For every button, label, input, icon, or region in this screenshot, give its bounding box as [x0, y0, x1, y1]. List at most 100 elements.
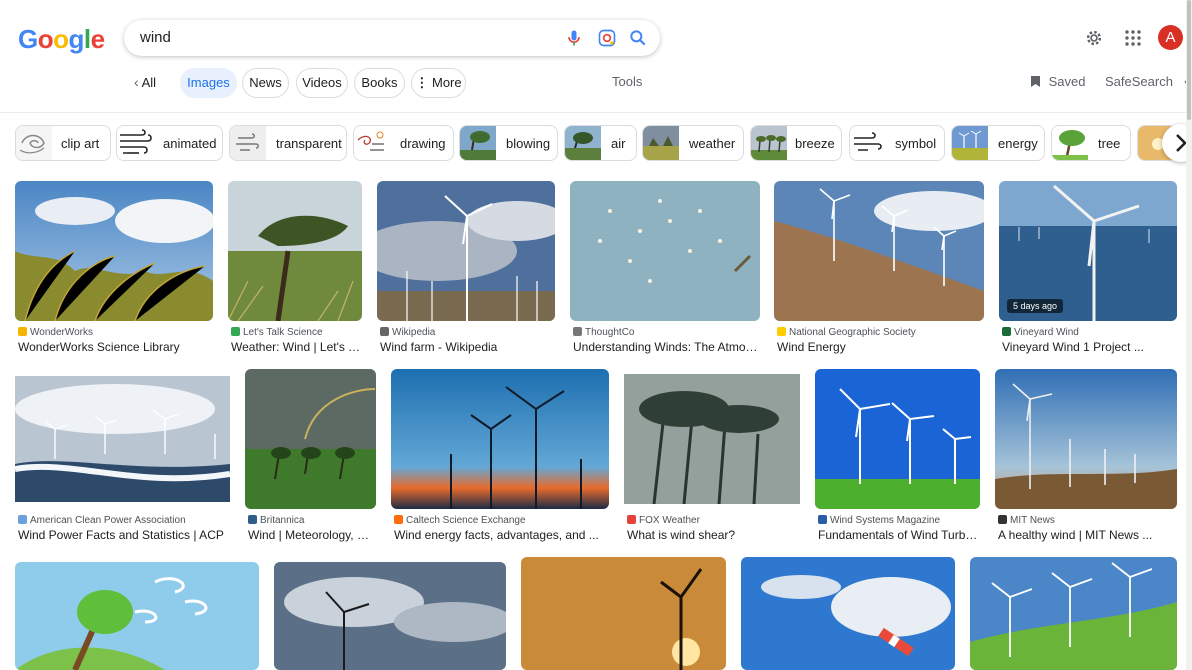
result-source: American Clean Power Association — [18, 515, 186, 526]
chip-thumbnail — [751, 126, 787, 160]
result-image[interactable] — [228, 181, 362, 321]
result-title[interactable]: Wind | Meteorology, Re... — [248, 528, 376, 542]
result-title[interactable]: Fundamentals of Wind Turbin... — [818, 528, 980, 542]
tab-more-label: More — [432, 75, 462, 90]
result-image[interactable] — [15, 369, 230, 509]
chip-thumbnail — [565, 126, 601, 160]
favicon — [18, 327, 27, 336]
chip-transparent[interactable]: transparent — [229, 125, 347, 161]
result-title[interactable]: What is wind shear? — [627, 528, 800, 542]
lens-icon[interactable] — [597, 28, 617, 48]
scrollbar-thumb[interactable] — [1187, 0, 1191, 120]
chip-label: energy — [998, 136, 1038, 151]
page-scrollbar[interactable] — [1186, 0, 1192, 670]
chip-symbol[interactable]: symbol — [849, 125, 945, 161]
result-source: Vineyard Wind — [1002, 327, 1079, 338]
favicon — [998, 515, 1007, 524]
apps-grid-icon[interactable] — [1125, 30, 1141, 46]
result-image[interactable] — [995, 369, 1177, 509]
tab-videos[interactable]: Videos — [296, 68, 348, 98]
chip-label: blowing — [506, 136, 551, 151]
chip-clip-art[interactable]: clip art — [15, 125, 111, 161]
result-title[interactable]: Weather: Wind | Let's Ta... — [231, 340, 362, 354]
favicon — [777, 327, 786, 336]
result-image[interactable] — [624, 369, 800, 509]
result-title[interactable]: A healthy wind | MIT News ... — [998, 528, 1177, 542]
safesearch-label: SafeSearch — [1105, 74, 1173, 89]
result-image[interactable] — [245, 369, 376, 509]
result-image[interactable] — [570, 181, 760, 321]
favicon — [1002, 327, 1011, 336]
result-source: Let's Talk Science — [231, 327, 323, 338]
result-title[interactable]: Wind energy facts, advantages, and ... — [394, 528, 609, 542]
tools-button[interactable]: Tools — [612, 74, 642, 89]
result-title[interactable]: Understanding Winds: The Atmosp... — [573, 340, 760, 354]
tab-more[interactable]: ⋮ More — [411, 68, 466, 98]
result-title[interactable]: Wind Power Facts and Statistics | ACP — [18, 528, 230, 542]
mic-icon[interactable] — [564, 28, 584, 48]
result-title[interactable]: Vineyard Wind 1 Project ... — [1002, 340, 1177, 354]
chip-thumbnail — [643, 126, 679, 160]
search-input[interactable]: wind — [140, 29, 171, 46]
search-tabs: ‹ All Images News Videos Books ⋮ More To… — [0, 68, 1192, 98]
chip-label: tree — [1098, 136, 1121, 151]
result-title[interactable]: Wind Energy — [777, 340, 984, 354]
result-image[interactable] — [15, 562, 259, 670]
favicon — [394, 515, 403, 524]
header-divider — [0, 112, 1192, 113]
result-image[interactable] — [815, 369, 980, 509]
favicon — [627, 515, 636, 524]
result-source: WonderWorks — [18, 327, 93, 338]
chip-label: transparent — [276, 136, 342, 151]
avatar[interactable]: A — [1158, 25, 1183, 50]
chip-thumbnail — [354, 126, 390, 160]
result-image[interactable] — [741, 557, 955, 670]
chip-thumbnail — [850, 126, 886, 160]
chip-animated[interactable]: animated — [116, 125, 223, 161]
chip-air[interactable]: air — [564, 125, 637, 161]
tab-news[interactable]: News — [242, 68, 289, 98]
tab-books[interactable]: Books — [354, 68, 405, 98]
saved-button[interactable]: Saved — [1030, 74, 1086, 89]
chip-drawing[interactable]: drawing — [353, 125, 454, 161]
recency-badge: 5 days ago — [1007, 299, 1064, 313]
result-image[interactable] — [970, 557, 1177, 670]
chip-label: weather — [689, 136, 736, 151]
more-vert-icon: ⋮ — [415, 75, 429, 90]
result-image[interactable] — [274, 562, 506, 670]
result-image[interactable] — [774, 181, 984, 321]
safesearch-dropdown[interactable]: SafeSearch ▼ — [1105, 74, 1191, 89]
result-source: FOX Weather — [627, 515, 700, 526]
favicon — [573, 327, 582, 336]
chip-label: air — [611, 136, 626, 151]
result-image[interactable] — [15, 181, 213, 321]
chip-label: animated — [163, 136, 217, 151]
favicon — [248, 515, 257, 524]
result-title[interactable]: WonderWorks Science Library — [18, 340, 213, 354]
chip-blowing[interactable]: blowing — [459, 125, 558, 161]
result-source: Britannica — [248, 515, 304, 526]
tab-all[interactable]: ‹ All — [134, 74, 156, 90]
google-logo[interactable]: Google — [18, 24, 105, 55]
tab-images[interactable]: Images — [180, 68, 237, 98]
result-source: Wind Systems Magazine — [818, 515, 940, 526]
chip-label: breeze — [795, 136, 835, 151]
favicon — [231, 327, 240, 336]
chip-thumbnail — [117, 126, 153, 160]
search-icon[interactable] — [628, 28, 648, 48]
result-image[interactable] — [521, 557, 726, 670]
result-image[interactable] — [377, 181, 555, 321]
gear-icon[interactable] — [1084, 28, 1104, 48]
chip-breeze[interactable]: breeze — [750, 125, 842, 161]
avatar-initial: A — [1165, 29, 1176, 46]
chip-thumbnail — [16, 126, 52, 160]
result-image[interactable] — [391, 369, 609, 509]
chip-thumbnail — [952, 126, 988, 160]
chip-tree[interactable]: tree — [1051, 125, 1131, 161]
result-title[interactable]: Wind farm - Wikipedia — [380, 340, 555, 354]
search-box[interactable]: wind — [124, 20, 660, 56]
result-source: Wikipedia — [380, 327, 435, 338]
chip-energy[interactable]: energy — [951, 125, 1045, 161]
tab-all-label: All — [141, 75, 157, 90]
chip-weather[interactable]: weather — [642, 125, 744, 161]
